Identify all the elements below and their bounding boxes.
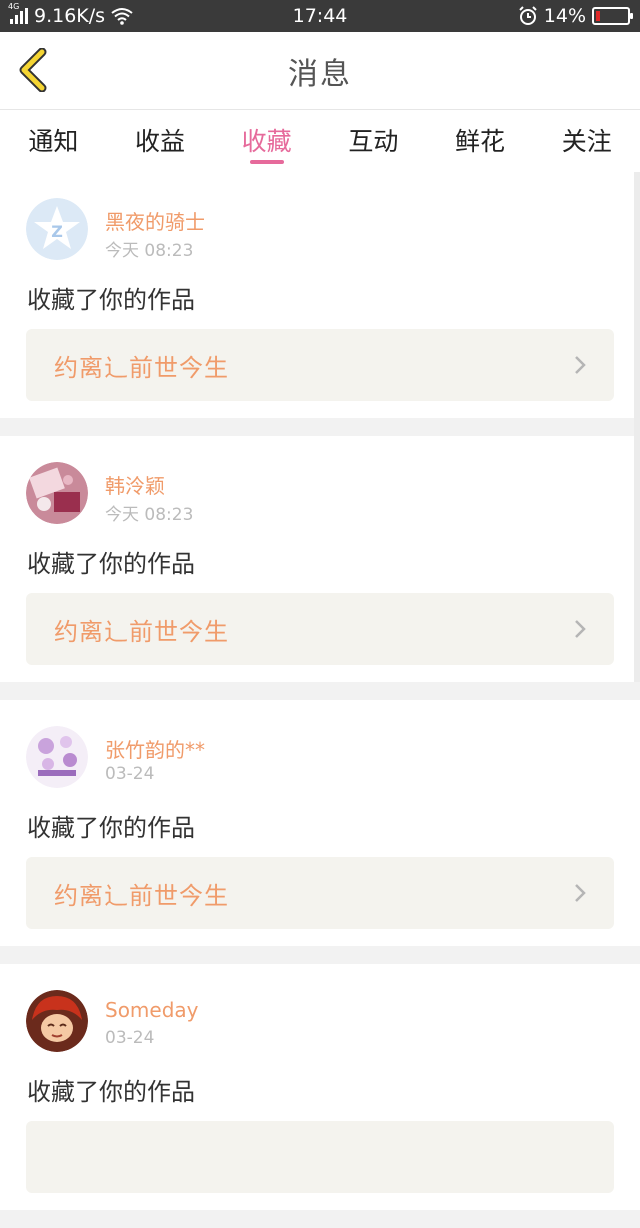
tab-bar: 通知 收益 收藏 互动 鲜花 关注	[0, 110, 640, 172]
avatar[interactable]	[26, 462, 88, 524]
avatar[interactable]	[26, 726, 88, 788]
action-text: 收藏了你的作品	[27, 550, 195, 578]
tab-notification[interactable]: 通知	[0, 110, 107, 172]
chevron-right-icon	[575, 620, 586, 638]
action-text: 收藏了你的作品	[27, 1078, 195, 1106]
battery-percent: 14%	[543, 5, 586, 27]
avatar[interactable]: Z	[26, 198, 88, 260]
wifi-icon	[111, 8, 133, 25]
tab-earnings[interactable]: 收益	[107, 110, 214, 172]
status-bar: 4G 9.16K/s 17:44 14%	[0, 0, 640, 32]
message-card: 张竹韵的** 03-24 收藏了你的作品 约离辶前世今生	[0, 700, 640, 946]
tab-interaction[interactable]: 互动	[320, 110, 427, 172]
work-title: 约离辶前世今生	[54, 617, 229, 646]
scrollbar[interactable]	[634, 172, 640, 682]
work-link[interactable]: 约离辶前世今生	[26, 329, 614, 401]
work-title: 约离辶前世今生	[54, 881, 229, 910]
chevron-right-icon	[575, 356, 586, 374]
work-link[interactable]	[26, 1121, 614, 1193]
tab-favorites[interactable]: 收藏	[213, 110, 320, 172]
tab-flowers[interactable]: 鲜花	[427, 110, 534, 172]
back-button[interactable]	[14, 47, 58, 93]
message-card: 韩泠颖 今天 08:23 收藏了你的作品 约离辶前世今生	[0, 436, 640, 682]
alarm-icon	[519, 6, 537, 25]
svg-text:Z: Z	[51, 222, 63, 241]
message-list: Z 黑夜的骑士 今天 08:23 收藏了你的作品 约离辶前世今生 韩泠颖 今天 …	[0, 172, 640, 1228]
action-text: 收藏了你的作品	[27, 286, 195, 314]
tab-follow[interactable]: 关注	[533, 110, 640, 172]
work-title: 约离辶前世今生	[54, 353, 229, 382]
battery-icon	[592, 7, 633, 25]
page-title: 消息	[288, 56, 352, 92]
username[interactable]: Someday	[105, 998, 199, 1022]
timestamp: 03-24	[105, 1028, 155, 1048]
top-nav-bar: 消息	[0, 32, 640, 110]
cellular-signal-icon: 4G	[8, 2, 28, 24]
network-speed: 9.16K/s	[34, 5, 106, 27]
avatar[interactable]	[26, 990, 88, 1052]
network-type: 4G	[8, 2, 20, 11]
work-link[interactable]: 约离辶前世今生	[26, 593, 614, 665]
user-photo-icon	[26, 462, 88, 524]
username[interactable]: 韩泠颖	[105, 470, 165, 499]
action-text: 收藏了你的作品	[27, 814, 195, 842]
message-card: Someday 03-24 收藏了你的作品	[0, 964, 640, 1210]
work-link[interactable]: 约离辶前世今生	[26, 857, 614, 929]
timestamp: 03-24	[105, 764, 155, 784]
timestamp: 今天 08:23	[105, 505, 194, 525]
back-arrow-icon	[19, 47, 47, 93]
user-photo-icon	[26, 726, 88, 788]
battery-fill	[596, 11, 601, 21]
timestamp: 今天 08:23	[105, 241, 194, 261]
chevron-right-icon	[575, 884, 586, 902]
user-photo-icon	[26, 990, 88, 1052]
username[interactable]: 张竹韵的**	[105, 734, 205, 763]
message-card: Z 黑夜的骑士 今天 08:23 收藏了你的作品 约离辶前世今生	[0, 172, 640, 418]
username[interactable]: 黑夜的骑士	[105, 206, 205, 235]
default-avatar-icon: Z	[26, 198, 88, 260]
